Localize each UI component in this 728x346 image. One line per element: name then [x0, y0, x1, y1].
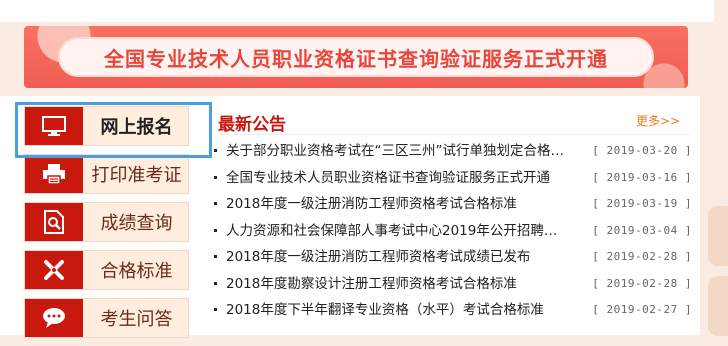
bullet-icon	[214, 308, 217, 311]
news-list: 关于部分职业资格考试在“三区三州”试行单独划定合格…[ 2019-03-20 ]…	[210, 140, 692, 326]
chat-bubble-icon	[25, 299, 83, 337]
announcement-pill[interactable]: 全国专业技术人员职业资格证书查询验证服务正式开通	[58, 37, 654, 77]
top-card	[0, 0, 720, 22]
bullet-icon	[214, 228, 217, 232]
tools-icon	[25, 251, 83, 289]
news-item-date: [ 2019-03-19 ]	[592, 197, 692, 210]
bullet-icon	[214, 281, 217, 285]
news-item-date: [ 2019-03-16 ]	[592, 170, 692, 184]
news-item-date: [ 2019-02-27 ]	[592, 303, 692, 316]
menu-item-candidate-qa[interactable]: 考生问答	[24, 298, 189, 338]
selection-highlight	[15, 102, 212, 158]
bullet-icon	[214, 255, 217, 258]
menu-label: 合格标准	[100, 261, 173, 282]
menu-label: 打印准考证	[91, 165, 182, 186]
news-item[interactable]: 2018年度一级注册消防工程师资格考试成绩已发布[ 2019-02-28 ]	[210, 246, 692, 273]
printer-icon	[25, 155, 83, 193]
announcement-banner[interactable]: 全国专业技术人员职业资格证书查询验证服务正式开通	[24, 26, 688, 88]
news-item-title[interactable]: 2018年度一级注册消防工程师资格考试合格标准	[226, 193, 591, 215]
news-item[interactable]: 关于部分职业资格考试在“三区三州”试行单独划定合格…[ 2019-03-20 ]	[210, 140, 692, 167]
news-item-date: [ 2019-03-04 ]	[592, 223, 692, 237]
news-item[interactable]: 人力资源和社会保障部人事考试中心2019年公开招聘…[ 2019-03-04 ]	[210, 220, 692, 247]
search-document-icon	[25, 203, 83, 241]
news-item[interactable]: 全国专业技术人员职业资格证书查询验证服务正式开通[ 2019-03-16 ]	[210, 167, 692, 194]
news-item-date: [ 2019-02-28 ]	[592, 276, 692, 290]
news-item-title[interactable]: 人力资源和社会保障部人事考试中心2019年公开招聘…	[226, 220, 591, 242]
menu-label: 成绩查询	[100, 213, 173, 234]
announcement-text[interactable]: 全国专业技术人员职业资格证书查询验证服务正式开通	[104, 43, 608, 72]
news-section-title: 最新公告	[218, 115, 286, 135]
news-item[interactable]: 2018年度勘察设计注册工程师资格考试合格标准[ 2019-02-28 ]	[210, 273, 692, 300]
menu-item-score-query[interactable]: 成绩查询	[24, 202, 189, 242]
menu-item-print-admission-ticket[interactable]: 打印准考证	[24, 154, 189, 194]
news-item-title[interactable]: 全国专业技术人员职业资格证书查询验证服务正式开通	[226, 167, 591, 189]
news-item-date: [ 2019-02-28 ]	[592, 250, 692, 263]
news-item[interactable]: 2018年度一级注册消防工程师资格考试合格标准[ 2019-03-19 ]	[210, 193, 692, 220]
right-decoration	[700, 96, 728, 336]
bullet-icon	[214, 202, 217, 205]
news-item-title[interactable]: 2018年度一级注册消防工程师资格考试成绩已发布	[226, 246, 591, 268]
news-item-title[interactable]: 关于部分职业资格考试在“三区三州”试行单独划定合格…	[226, 140, 591, 162]
menu-label: 考生问答	[100, 309, 173, 330]
news-item-title[interactable]: 2018年度下半年翻译专业资格（水平）考试合格标准	[226, 299, 591, 321]
menu-item-pass-standard[interactable]: 合格标准	[24, 250, 189, 290]
news-item[interactable]: 2018年度下半年翻译专业资格（水平）考试合格标准[ 2019-02-27 ]	[210, 299, 692, 326]
more-link[interactable]: 更多>>	[636, 112, 680, 129]
news-item-title[interactable]: 2018年度勘察设计注册工程师资格考试合格标准	[226, 273, 591, 295]
bullet-icon	[214, 149, 217, 152]
divider	[218, 134, 690, 135]
bullet-icon	[214, 175, 217, 179]
news-item-date: [ 2019-03-20 ]	[592, 144, 692, 157]
